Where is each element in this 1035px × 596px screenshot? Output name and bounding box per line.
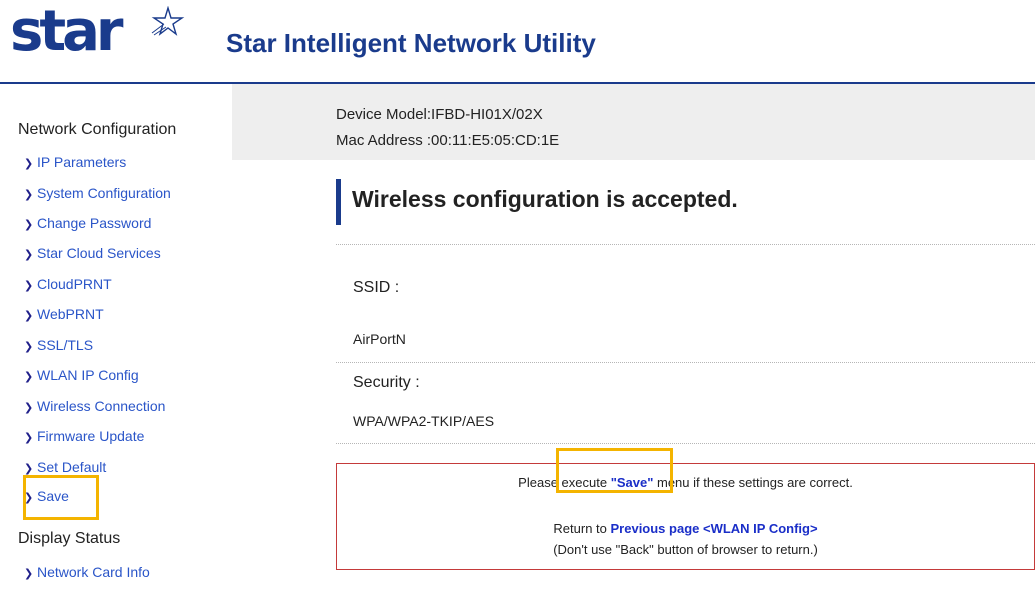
chevron-right-icon: ❯ xyxy=(24,371,34,383)
display-status-heading: Display Status xyxy=(18,530,121,547)
sidebar-item-label: Firmware Update xyxy=(37,428,145,444)
sidebar-item-wlan-ip-config[interactable]: ❯ WLAN IP Config xyxy=(24,364,139,386)
sidebar-item-system-configuration[interactable]: ❯ System Configuration xyxy=(24,182,171,204)
sidebar-item-label: Star Cloud Services xyxy=(37,245,161,261)
chevron-right-icon: ❯ xyxy=(24,402,34,414)
star-logo: star xyxy=(10,0,185,64)
sidebar-item-label: IP Parameters xyxy=(37,154,127,170)
save-instruction: Please execute "Save" menu if these sett… xyxy=(337,475,1034,490)
sidebar-item-star-cloud-services[interactable]: ❯ Star Cloud Services xyxy=(24,242,161,264)
security-value: WPA/WPA2-TKIP/AES xyxy=(353,413,495,429)
chevron-right-icon: ❯ xyxy=(24,310,34,322)
chevron-right-icon: ❯ xyxy=(24,219,34,231)
title-accent-bar xyxy=(336,179,341,225)
save-link[interactable]: "Save" xyxy=(611,475,654,490)
sidebar-item-label: Save xyxy=(37,488,69,504)
sidebar-item-change-password[interactable]: ❯ Change Password xyxy=(24,212,151,234)
page-title: Wireless configuration is accepted. xyxy=(352,186,738,212)
ssid-value: AirPortN xyxy=(353,331,406,347)
return-instruction: Return to Previous page <WLAN IP Config> xyxy=(337,521,1034,536)
notice-text: Return to xyxy=(553,521,611,536)
app-title: Star Intelligent Network Utility xyxy=(226,28,596,58)
sidebar-item-label: Set Default xyxy=(37,459,107,475)
divider xyxy=(336,443,1035,444)
chevron-right-icon: ❯ xyxy=(24,158,34,170)
sidebar-item-label: Network Card Info xyxy=(37,564,150,580)
sidebar-item-save[interactable]: ❯ Save xyxy=(24,485,69,507)
chevron-right-icon: ❯ xyxy=(24,432,34,444)
sidebar-item-firmware-update[interactable]: ❯ Firmware Update xyxy=(24,425,144,447)
sidebar-item-set-default[interactable]: ❯ Set Default xyxy=(24,456,106,478)
sidebar-item-ip-parameters[interactable]: ❯ IP Parameters xyxy=(24,151,126,173)
sidebar: Network Configuration ❯ IP Parameters ❯ Sy… xyxy=(0,84,232,596)
sidebar-item-cloudprnt[interactable]: ❯ CloudPRNT xyxy=(24,273,112,295)
chevron-right-icon: ❯ xyxy=(24,189,34,201)
sidebar-item-label: SSL/TLS xyxy=(37,337,94,353)
sidebar-item-network-card-info[interactable]: ❯ Network Card Info xyxy=(24,561,150,583)
chevron-right-icon: ❯ xyxy=(24,463,34,475)
sidebar-item-label: WebPRNT xyxy=(37,306,104,322)
logo-wordmark: star xyxy=(10,0,123,64)
ssid-label: SSID : xyxy=(353,279,400,296)
back-button-warning: (Don't use "Back" button of browser to r… xyxy=(553,542,818,557)
network-configuration-heading: Network Configuration xyxy=(18,121,177,138)
mac-address: Mac Address :00:11:E5:05:CD:1E xyxy=(336,132,560,149)
sidebar-item-label: CloudPRNT xyxy=(37,276,112,292)
chevron-right-icon: ❯ xyxy=(24,249,34,261)
star-icon xyxy=(151,6,185,36)
confirmation-notice: Please execute "Save" menu if these sett… xyxy=(336,463,1035,570)
sidebar-item-ssl-tls[interactable]: ❯ SSL/TLS xyxy=(24,334,93,356)
chevron-right-icon: ❯ xyxy=(24,568,34,580)
device-model: Device Model:IFBD-HI01X/02X xyxy=(336,106,543,123)
header: star Star Intelligent Network Utility xyxy=(0,0,1035,82)
divider xyxy=(336,244,1035,245)
previous-page-link[interactable]: Previous page <WLAN IP Config> xyxy=(611,521,818,536)
notice-text: menu if these settings are correct. xyxy=(653,475,853,490)
sidebar-item-label: Wireless Connection xyxy=(37,398,166,414)
chevron-right-icon: ❯ xyxy=(24,341,34,353)
sidebar-item-label: Change Password xyxy=(37,215,152,231)
divider xyxy=(336,362,1035,363)
device-info-band: Device Model:IFBD-HI01X/02X Mac Address … xyxy=(232,84,1035,160)
chevron-right-icon: ❯ xyxy=(24,280,34,292)
sidebar-item-label: WLAN IP Config xyxy=(37,367,139,383)
chevron-right-icon: ❯ xyxy=(24,492,34,504)
security-label: Security : xyxy=(353,374,420,391)
sidebar-item-label: System Configuration xyxy=(37,185,171,201)
sidebar-item-wireless-connection[interactable]: ❯ Wireless Connection xyxy=(24,395,165,417)
sidebar-item-webprnt[interactable]: ❯ WebPRNT xyxy=(24,303,104,325)
notice-text: Please execute xyxy=(518,475,611,490)
